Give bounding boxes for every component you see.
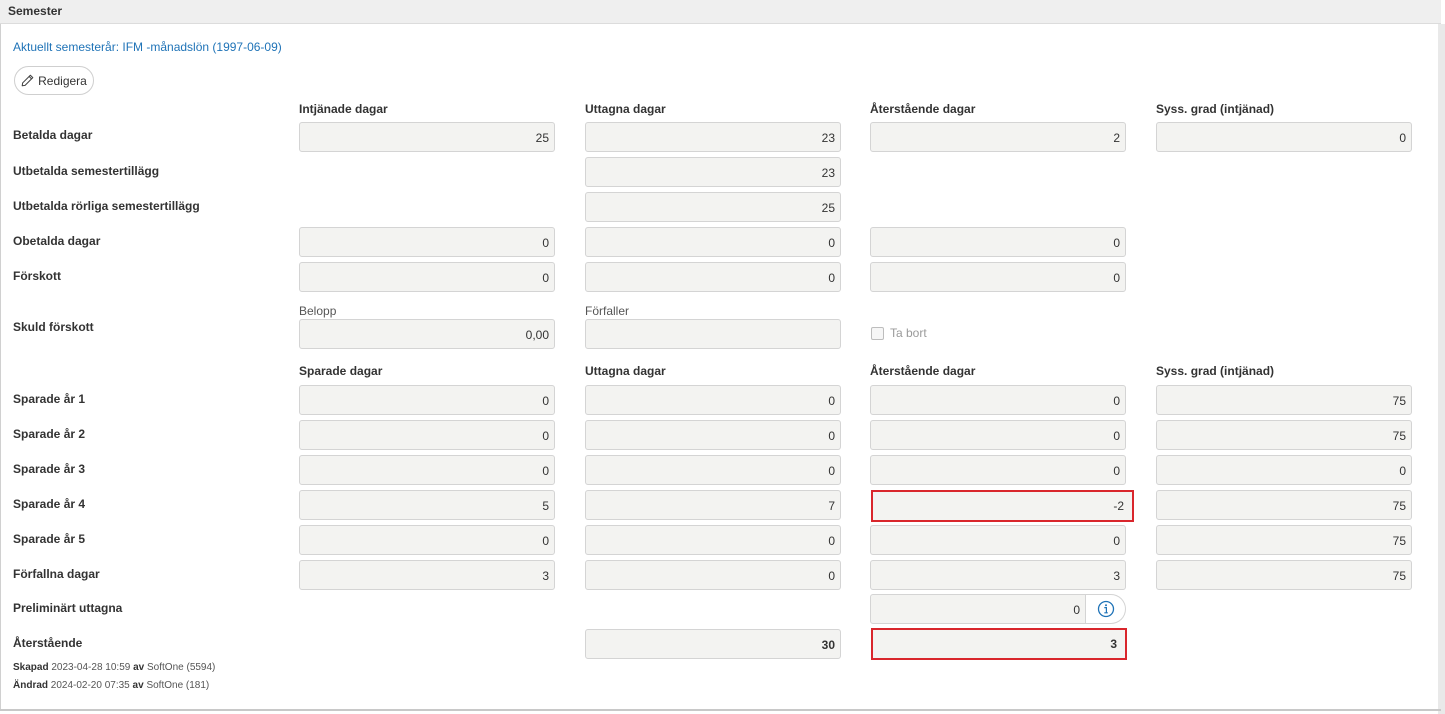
sparade-ar-5-syss-grad-field: 75 bbox=[1156, 525, 1412, 555]
col-head-aterstaende: Återstående dagar bbox=[870, 102, 976, 116]
obetalda-aterstaende-field: 0 bbox=[870, 227, 1126, 257]
edit-button-label: Redigera bbox=[38, 73, 87, 88]
skuld-forskott-label: Skuld förskott bbox=[13, 320, 94, 334]
panel-bottom-border bbox=[0, 709, 1441, 711]
sparade-ar-3-sparade-field: 0 bbox=[299, 455, 555, 485]
sparade-ar-1-syss-grad-field: 75 bbox=[1156, 385, 1412, 415]
sparade-ar-1-sparade-field: 0 bbox=[299, 385, 555, 415]
sparade-ar-3-uttagna-field: 0 bbox=[585, 455, 841, 485]
obetalda-uttagna-field: 0 bbox=[585, 227, 841, 257]
changed-date: 2024-02-20 07:35 bbox=[50, 680, 130, 691]
edit-button[interactable]: Redigera bbox=[14, 66, 94, 95]
betalda-syss-grad-field: 0 bbox=[1156, 122, 1412, 152]
sparade-ar-4-syss-grad-field: 75 bbox=[1156, 490, 1412, 520]
col-head-intjanade: Intjänade dagar bbox=[299, 102, 388, 116]
created-by-label: av bbox=[133, 662, 145, 673]
sparade-ar-3-label: Sparade år 3 bbox=[13, 462, 86, 476]
forfaller-label: Förfaller bbox=[585, 304, 630, 318]
ta-bort-label: Ta bort bbox=[890, 326, 927, 340]
obetalda-dagar-label: Obetalda dagar bbox=[13, 234, 101, 248]
sparade-ar-3-syss-grad-field: 0 bbox=[1156, 455, 1412, 485]
sparade-ar-2-sparade-field: 0 bbox=[299, 420, 555, 450]
aterstaende-total-field-error: 3 bbox=[871, 628, 1127, 660]
forfallna-sparade-field: 3 bbox=[299, 560, 555, 590]
aterstaende-total-label: Återstående bbox=[13, 636, 83, 650]
forfallna-aterstaende-field: 3 bbox=[870, 560, 1126, 590]
changed-meta: Ändrad 2024-02-20 07:35 av SoftOne (181) bbox=[13, 680, 209, 691]
sparade-ar-4-aterstaende-field-error: -2 bbox=[871, 490, 1134, 522]
sparade-ar-4-label: Sparade år 4 bbox=[13, 497, 86, 511]
forskott-aterstaende-field: 0 bbox=[870, 262, 1126, 292]
betalda-uttagna-field: 23 bbox=[585, 122, 841, 152]
betalda-intjanade-field: 25 bbox=[299, 122, 555, 152]
sparade-ar-4-sparade-field: 5 bbox=[299, 490, 555, 520]
forskott-uttagna-field: 0 bbox=[585, 262, 841, 292]
changed-by: SoftOne (181) bbox=[146, 680, 210, 691]
panel-title: Semester bbox=[8, 4, 63, 18]
sparade-ar-5-label: Sparade år 5 bbox=[13, 532, 86, 546]
sparade-ar-2-uttagna-field: 0 bbox=[585, 420, 841, 450]
panel-header: Semester bbox=[0, 0, 1441, 24]
col-head-sparade-aterstaende: Återstående dagar bbox=[870, 364, 976, 378]
sparade-ar-3-aterstaende-field: 0 bbox=[870, 455, 1126, 485]
ta-bort-checkbox[interactable] bbox=[871, 326, 884, 340]
betalda-aterstaende-field: 2 bbox=[870, 122, 1126, 152]
utbetalda-tillagg-field: 23 bbox=[585, 157, 841, 187]
created-meta: Skapad 2023-04-28 10:59 av SoftOne (5594… bbox=[13, 662, 215, 673]
col-head-uttagna: Uttagna dagar bbox=[585, 102, 666, 116]
utbetalda-tillagg-label: Utbetalda semestertillägg bbox=[13, 164, 160, 178]
sparade-ar-1-uttagna-field: 0 bbox=[585, 385, 841, 415]
current-year-link[interactable]: Aktuellt semesterår: IFM -månadslön (199… bbox=[13, 40, 282, 54]
pencil-icon bbox=[21, 74, 34, 87]
col-head-sparade-uttagna: Uttagna dagar bbox=[585, 364, 666, 378]
sparade-ar-1-aterstaende-field: 0 bbox=[870, 385, 1126, 415]
forskott-intjanade-field: 0 bbox=[299, 262, 555, 292]
created-by: SoftOne (5594) bbox=[147, 662, 216, 673]
forfallna-uttagna-field: 0 bbox=[585, 560, 841, 590]
created-date: 2023-04-28 10:59 bbox=[51, 662, 131, 673]
belopp-label: Belopp bbox=[299, 304, 337, 318]
col-head-sparade-syss-grad: Syss. grad (intjänad) bbox=[1156, 364, 1275, 378]
preliminart-uttagna-label: Preliminärt uttagna bbox=[13, 601, 123, 615]
betalda-dagar-label: Betalda dagar bbox=[13, 128, 93, 142]
sparade-ar-5-aterstaende-field: 0 bbox=[870, 525, 1126, 555]
created-label: Skapad bbox=[13, 662, 49, 673]
changed-by-label: av bbox=[132, 680, 144, 691]
changed-label: Ändrad bbox=[13, 680, 48, 691]
sparade-ar-4-uttagna-field: 7 bbox=[585, 490, 841, 520]
forskott-label: Förskott bbox=[13, 269, 61, 283]
col-head-sparade: Sparade dagar bbox=[299, 364, 383, 378]
scrollbar[interactable] bbox=[1438, 24, 1445, 714]
sparade-ar-2-aterstaende-field: 0 bbox=[870, 420, 1126, 450]
utbetalda-rorliga-label: Utbetalda rörliga semestertillägg bbox=[13, 199, 200, 213]
ta-bort-checkbox-wrap[interactable]: Ta bort bbox=[871, 326, 927, 340]
forfaller-field bbox=[585, 319, 841, 349]
utbetalda-rorliga-field: 25 bbox=[585, 192, 841, 222]
info-button[interactable] bbox=[1086, 594, 1126, 624]
sparade-ar-2-syss-grad-field: 75 bbox=[1156, 420, 1412, 450]
sparade-ar-5-sparade-field: 0 bbox=[299, 525, 555, 555]
aterstaende-uttagna-total-field: 30 bbox=[585, 629, 841, 659]
sparade-ar-2-label: Sparade år 2 bbox=[13, 427, 86, 441]
forfallna-syss-grad-field: 75 bbox=[1156, 560, 1412, 590]
col-head-syss-grad: Syss. grad (intjänad) bbox=[1156, 102, 1275, 116]
sparade-ar-5-uttagna-field: 0 bbox=[585, 525, 841, 555]
sparade-ar-1-label: Sparade år 1 bbox=[13, 392, 86, 406]
preliminart-uttagna-field: 0 bbox=[870, 594, 1086, 624]
forfallna-dagar-label: Förfallna dagar bbox=[13, 567, 100, 581]
obetalda-intjanade-field: 0 bbox=[299, 227, 555, 257]
belopp-field: 0,00 bbox=[299, 319, 555, 349]
info-icon bbox=[1097, 600, 1114, 618]
